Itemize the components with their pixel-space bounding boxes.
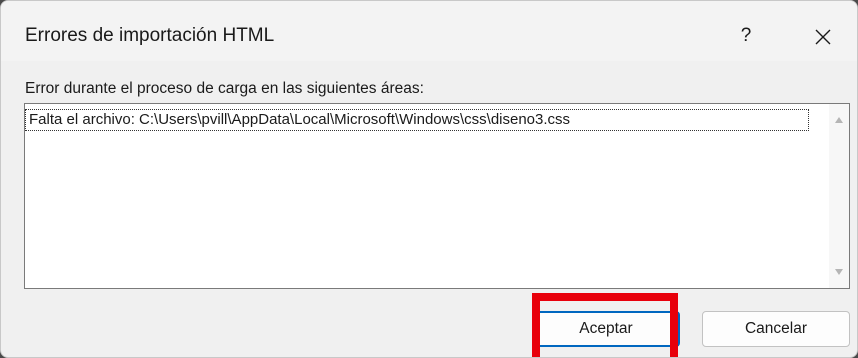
error-message: Error durante el proceso de carga en las… — [25, 80, 424, 97]
list-item[interactable]: Falta el archivo: C:\Users\pvill\AppData… — [25, 109, 809, 131]
close-icon — [815, 29, 831, 45]
scroll-down-arrow-icon — [835, 269, 843, 275]
scroll-up-arrow-icon — [835, 117, 843, 123]
title-bar: Errores de importación HTML ? — [1, 1, 857, 61]
vertical-scrollbar[interactable] — [829, 104, 849, 288]
help-button[interactable]: ? — [729, 19, 763, 53]
ok-button[interactable]: Aceptar — [532, 311, 680, 347]
error-dialog: Errores de importación HTML ? Error dura… — [0, 0, 858, 358]
scroll-up-button[interactable] — [829, 110, 849, 130]
scroll-down-button[interactable] — [829, 262, 849, 282]
error-list[interactable]: Falta el archivo: C:\Users\pvill\AppData… — [24, 103, 850, 289]
close-button[interactable] — [805, 19, 841, 55]
dialog-title: Errores de importación HTML — [25, 25, 275, 46]
cancel-button[interactable]: Cancelar — [702, 311, 850, 347]
